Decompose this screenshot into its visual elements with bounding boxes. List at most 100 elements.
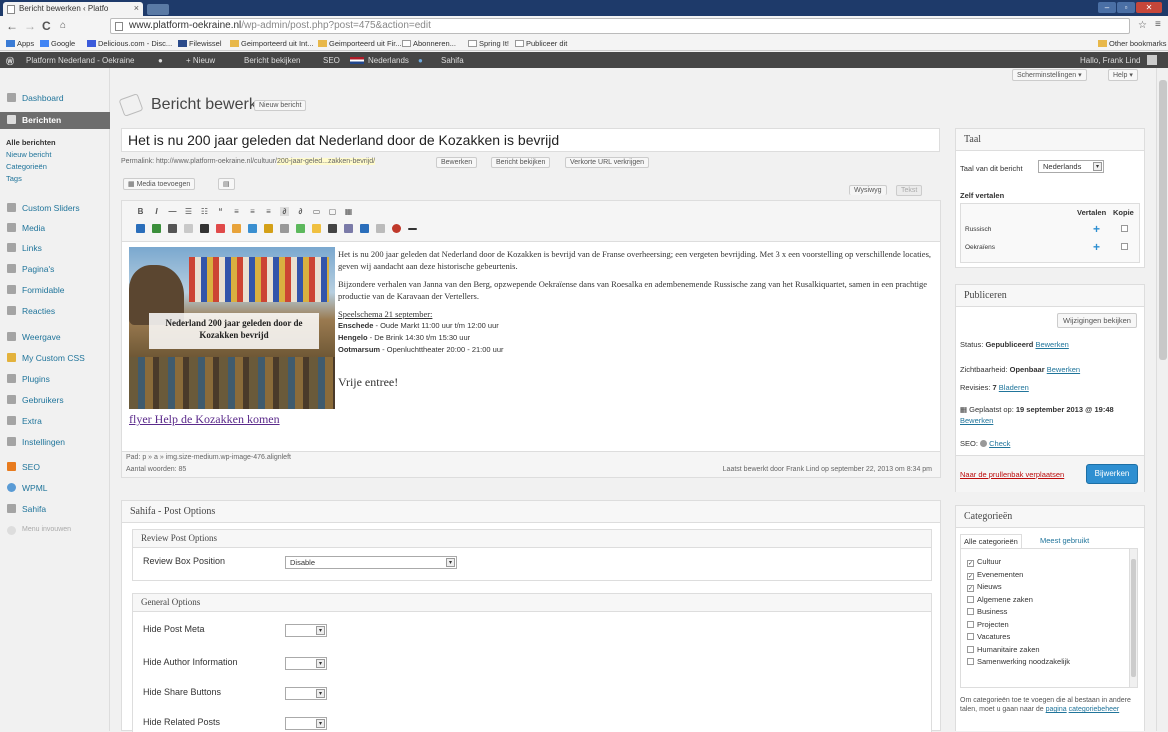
back-icon[interactable]: ← <box>6 19 18 33</box>
tab-text[interactable]: Tekst <box>896 185 923 196</box>
user-greeting[interactable]: Hallo, Frank Lind <box>1080 56 1140 65</box>
editor-content[interactable]: Nederland 200 jaar geleden door de Kozak… <box>121 242 941 452</box>
justify-icon[interactable] <box>184 224 193 233</box>
category-checkbox[interactable] <box>967 608 974 615</box>
menu-formidable[interactable]: Formidable <box>0 282 110 298</box>
add-media-button[interactable]: ▦ Media toevoegen <box>123 178 196 190</box>
category-item[interactable]: Humanitaire zaken <box>967 645 1070 658</box>
category-checkbox[interactable]: ✓ <box>967 585 974 592</box>
bullet-list-icon[interactable]: ☰ <box>184 207 193 216</box>
scrollbar-thumb[interactable] <box>1159 80 1167 360</box>
wordpress-logo-icon[interactable]: Ⓦ <box>6 56 14 67</box>
bookmark-delicious[interactable]: Delicious.com - Disc... <box>87 39 172 48</box>
menu-extra[interactable]: Extra <box>0 413 110 429</box>
home-icon[interactable]: ⌂ <box>60 20 66 31</box>
bookmark-publiceer[interactable]: Publiceer dit <box>515 39 567 48</box>
menu-sahifa[interactable]: Sahifa <box>0 501 110 517</box>
browse-revisions-link[interactable]: Bladeren <box>999 383 1029 392</box>
kozakken-image[interactable]: Nederland 200 jaar geleden door de Kozak… <box>129 247 335 409</box>
category-scrollbar[interactable] <box>1129 549 1137 687</box>
help-icon[interactable]: ● <box>418 56 423 65</box>
category-item[interactable]: Vacatures <box>967 632 1070 645</box>
table-icon[interactable] <box>152 224 161 233</box>
submenu-new-post[interactable]: Nieuw bericht <box>6 150 51 159</box>
menu-custom-sliders[interactable]: Custom Sliders <box>0 200 110 216</box>
language-switcher[interactable]: Nederlands <box>368 56 409 65</box>
italic-icon[interactable]: I <box>152 207 161 216</box>
check-icon[interactable] <box>296 224 305 233</box>
minimize-icon[interactable]: – <box>1098 2 1116 13</box>
hide-author-select[interactable]: ▾ <box>285 657 327 670</box>
language-select[interactable]: Nederlands ▾ <box>1038 160 1104 173</box>
bookmark-spring[interactable]: Spring It! <box>468 39 509 48</box>
sahifa-link[interactable]: Sahifa <box>441 56 464 65</box>
menu-dashboard[interactable]: Dashboard <box>0 90 110 106</box>
menu-plugins[interactable]: Plugins <box>0 371 110 387</box>
site-name-link[interactable]: Platform Nederland - Oekraine <box>26 56 135 65</box>
url-input[interactable]: www.platform-oekraine.nl/wp-admin/post.p… <box>110 18 1130 34</box>
form-icon[interactable]: ▤ <box>218 178 235 190</box>
other-bookmarks[interactable]: Other bookmarks <box>1098 39 1167 48</box>
clear-format-icon[interactable] <box>248 224 257 233</box>
bookmark-google[interactable]: Google <box>40 39 75 48</box>
bookmark-folder[interactable]: Geimporteerd uit Fir... <box>318 39 402 48</box>
menu-comments[interactable]: Reacties <box>0 303 110 319</box>
tooltip-icon[interactable] <box>376 224 385 233</box>
close-window-icon[interactable]: ✕ <box>1136 2 1162 13</box>
view-post-button[interactable]: Bericht bekijken <box>491 157 551 168</box>
blockquote-icon[interactable]: “ <box>216 207 225 216</box>
video-icon[interactable] <box>344 224 353 233</box>
menu-seo[interactable]: SEO <box>0 459 110 475</box>
submenu-categories[interactable]: Categorieën <box>6 162 47 171</box>
edit-status-link[interactable]: Bewerken <box>1035 340 1068 349</box>
edit-permalink-button[interactable]: Bewerken <box>436 157 478 168</box>
bookmark-abonneren[interactable]: Abonneren... <box>402 39 456 48</box>
short-url-button[interactable]: Verkorte URL verkrijgen <box>565 157 650 168</box>
paste-text-icon[interactable] <box>216 224 225 233</box>
tab-popular-categories[interactable]: Meest gebruikt <box>1040 536 1089 545</box>
tab-all-categories[interactable]: Alle categorieën <box>960 534 1022 548</box>
category-item[interactable]: Business <box>967 607 1070 620</box>
more-icon[interactable]: ▭ <box>312 207 321 216</box>
category-item[interactable]: Algemene zaken <box>967 595 1070 608</box>
new-content-link[interactable]: + Nieuw <box>186 56 215 65</box>
new-post-button[interactable]: Nieuw bericht <box>254 100 307 111</box>
category-checkbox[interactable] <box>967 633 974 640</box>
category-page-link[interactable]: pagina <box>1046 706 1067 713</box>
update-button[interactable]: Bijwerken <box>1086 464 1138 484</box>
hide-post-meta-select[interactable]: ▾ <box>285 624 327 637</box>
category-item[interactable]: ✓ Evenementen <box>967 570 1070 583</box>
trash-link[interactable]: Naar de prullenbak verplaatsen <box>960 470 1064 479</box>
menu-appearance[interactable]: Weergave <box>0 329 110 345</box>
menu-settings[interactable]: Instellingen <box>0 434 110 450</box>
strikethrough-icon[interactable]: — <box>168 207 177 216</box>
align-center-icon[interactable]: ≡ <box>248 207 257 216</box>
edit-date-link[interactable]: Bewerken <box>960 416 993 425</box>
review-box-select[interactable]: Disable ▾ <box>285 556 457 569</box>
submenu-all-posts[interactable]: Alle berichten <box>6 138 56 147</box>
format-icon[interactable] <box>136 224 145 233</box>
paste-word-icon[interactable] <box>232 224 241 233</box>
post-title-input[interactable]: Het is nu 200 jaar geleden dat Nederland… <box>121 128 940 152</box>
hide-share-select[interactable]: ▾ <box>285 687 327 700</box>
box-icon[interactable] <box>328 224 337 233</box>
browser-tab[interactable]: Bericht bewerken ‹ Platfo × <box>3 2 143 16</box>
outdent-icon[interactable] <box>280 224 289 233</box>
seo-link[interactable]: SEO <box>323 56 340 65</box>
color-icon[interactable] <box>200 224 209 233</box>
menu-berichten[interactable]: Berichten <box>0 112 110 129</box>
menu-custom-css[interactable]: My Custom CSS <box>0 350 110 366</box>
forward-icon[interactable]: → <box>24 19 36 33</box>
view-post-link[interactable]: Bericht bekijken <box>244 56 300 65</box>
page-scrollbar[interactable] <box>1156 68 1168 731</box>
menu-users[interactable]: Gebruikers <box>0 392 110 408</box>
category-checkbox[interactable] <box>967 595 974 603</box>
category-item[interactable]: ✓ Cultuur <box>967 557 1070 570</box>
seo-check-link[interactable]: Check <box>989 439 1010 448</box>
menu-wpml[interactable]: WPML <box>0 480 110 496</box>
close-tab-icon[interactable]: × <box>134 3 139 13</box>
hide-related-select[interactable]: ▾ <box>285 717 327 730</box>
avatar[interactable] <box>1147 55 1157 65</box>
menu-icon[interactable]: ≡ <box>1155 19 1161 30</box>
category-checkbox[interactable]: ✓ <box>967 560 974 567</box>
